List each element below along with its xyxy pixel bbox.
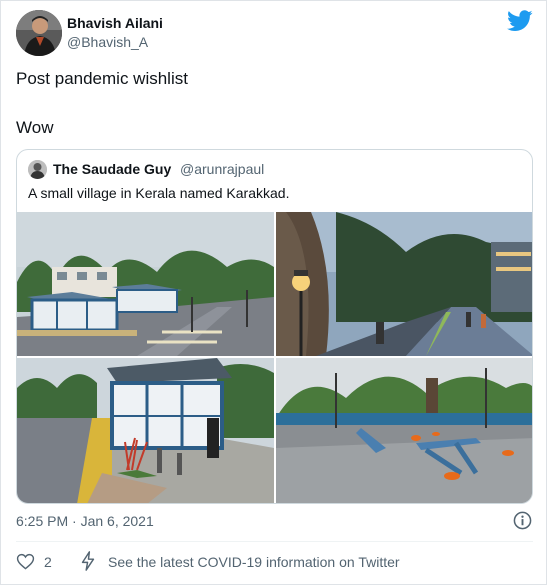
- author-name[interactable]: Bhavish Ailani: [67, 15, 163, 31]
- lightning-bolt-icon[interactable]: [79, 551, 97, 571]
- quoted-tweet-text: A small village in Kerala named Karakkad…: [28, 185, 290, 201]
- author-avatar[interactable]: [16, 10, 62, 56]
- photo-shelter-closeup[interactable]: [17, 358, 274, 503]
- heart-icon[interactable]: [16, 552, 35, 571]
- quoted-author-name: The Saudade Guy: [53, 161, 172, 177]
- quoted-author-handle: @arunrajpaul: [180, 161, 265, 177]
- like-count: 2: [44, 554, 52, 570]
- embedded-tweet-card: Bhavish Ailani @Bhavish_A Post pandemic …: [0, 0, 547, 585]
- divider: [16, 541, 533, 542]
- info-icon[interactable]: [513, 511, 532, 530]
- author-handle[interactable]: @Bhavish_A: [67, 34, 148, 50]
- tweet-text-line-2: Wow: [16, 118, 54, 137]
- tweet-text-line-1: Post pandemic wishlist: [16, 69, 188, 88]
- photo-open-air-gym[interactable]: [276, 358, 532, 503]
- photo-grid: [17, 212, 532, 503]
- quoted-author-avatar: [28, 160, 47, 179]
- photo-village-shelters[interactable]: [17, 212, 274, 356]
- covid-info-link[interactable]: See the latest COVID-19 information on T…: [108, 554, 400, 570]
- photo-street-lamp[interactable]: [276, 212, 532, 356]
- twitter-bird-icon[interactable]: [507, 10, 533, 32]
- quoted-tweet[interactable]: The Saudade Guy @arunrajpaul A small vil…: [16, 149, 533, 504]
- tweet-timestamp[interactable]: 6:25 PM · Jan 6, 2021: [16, 513, 154, 529]
